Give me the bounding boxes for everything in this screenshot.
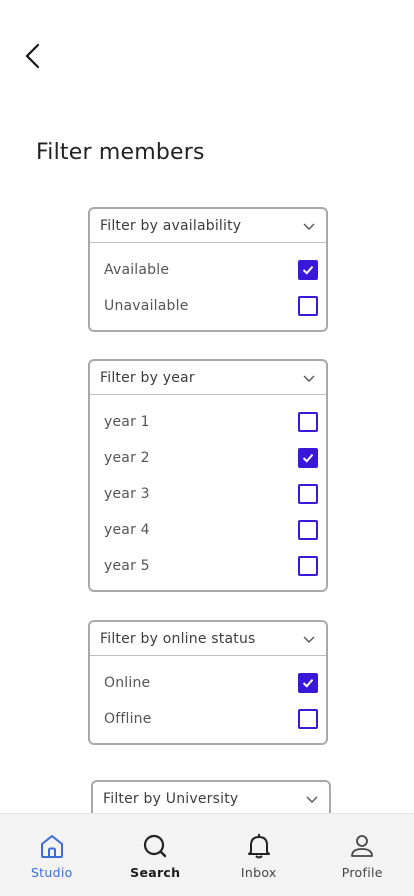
checkbox-year-3[interactable] [298, 484, 318, 504]
option-online[interactable]: Online [90, 665, 326, 701]
tab-label: Search [130, 864, 181, 880]
option-available[interactable]: Available [90, 252, 326, 288]
tab-label: Profile [341, 864, 383, 880]
check-icon [302, 265, 314, 275]
option-year-3[interactable]: year 3 [90, 476, 326, 512]
filter-availability-dropdown[interactable]: Filter by availability [90, 209, 326, 243]
check-icon [302, 453, 314, 463]
user-icon [351, 834, 374, 857]
chevron-down-icon [306, 796, 318, 803]
back-button[interactable] [18, 40, 48, 72]
option-year-1[interactable]: year 1 [90, 404, 326, 440]
filter-year-label: Filter by year [100, 369, 195, 386]
filter-availability-label: Filter by availability [100, 217, 242, 234]
option-label: Available [104, 262, 170, 278]
option-label: year 2 [104, 450, 150, 466]
filter-university-label: Filter by University [103, 791, 239, 807]
checkbox-available[interactable] [298, 260, 318, 280]
page-title: Filter members [36, 140, 205, 165]
option-unavailable[interactable]: Unavailable [90, 288, 326, 324]
option-label: Unavailable [104, 298, 189, 314]
checkbox-year-1[interactable] [298, 412, 318, 432]
checkbox-year-2[interactable] [298, 448, 318, 468]
option-year-5[interactable]: year 5 [90, 548, 326, 584]
option-year-2[interactable]: year 2 [90, 440, 326, 476]
filter-availability-panel: Filter by availability Available Unavail… [88, 207, 328, 332]
tab-studio[interactable]: Studio [0, 814, 104, 896]
tab-label: Inbox [240, 864, 277, 880]
option-label: Offline [104, 711, 152, 727]
tab-label: Studio [30, 864, 73, 880]
tab-profile[interactable]: Profile [311, 814, 414, 896]
option-label: year 4 [104, 522, 150, 538]
checkbox-year-4[interactable] [298, 520, 318, 540]
option-offline[interactable]: Offline [90, 701, 326, 737]
chevron-left-icon [25, 43, 40, 69]
option-year-4[interactable]: year 4 [90, 512, 326, 548]
chevron-down-icon [303, 636, 315, 643]
chevron-down-icon [303, 223, 315, 230]
filter-year-panel: Filter by year year 1 year 2 year 3 year… [88, 359, 328, 592]
checkbox-year-5[interactable] [298, 556, 318, 576]
chevron-down-icon [303, 375, 315, 382]
checkbox-online[interactable] [298, 673, 318, 693]
check-icon [302, 678, 314, 688]
tab-inbox[interactable]: Inbox [207, 814, 311, 896]
tab-search[interactable]: Search [104, 814, 208, 896]
option-label: year 3 [104, 486, 150, 502]
checkbox-offline[interactable] [298, 709, 318, 729]
filter-university-dropdown[interactable]: Filter by University [93, 782, 329, 816]
search-icon [144, 834, 167, 857]
filter-year-dropdown[interactable]: Filter by year [90, 361, 326, 395]
option-label: year 1 [104, 414, 150, 430]
home-icon [40, 834, 63, 858]
checkbox-unavailable[interactable] [298, 296, 318, 316]
filter-online-status-dropdown[interactable]: Filter by online status [90, 622, 326, 656]
filter-online-status-label: Filter by online status [100, 630, 256, 647]
bell-icon [247, 833, 270, 858]
option-label: year 5 [104, 558, 150, 574]
option-label: Online [104, 675, 151, 691]
bottom-tab-bar: Studio Search Inbox Profile [0, 813, 414, 896]
filter-online-status-panel: Filter by online status Online Offline [88, 620, 328, 745]
